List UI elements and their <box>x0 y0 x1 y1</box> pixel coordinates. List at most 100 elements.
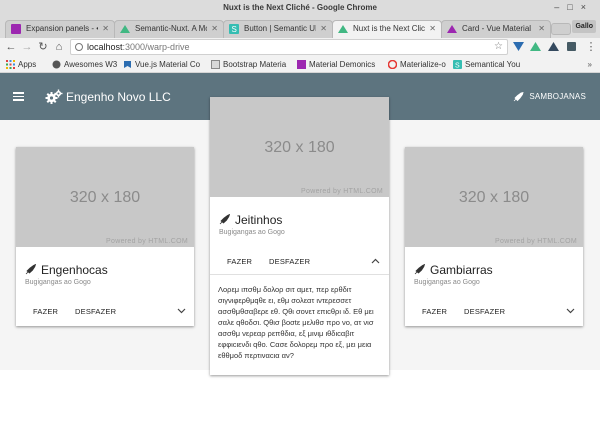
bookmark-label: Materialize-o <box>400 60 446 69</box>
card-subtitle: Bugigangas ao Gogo <box>25 279 91 286</box>
chevron-up-icon[interactable] <box>371 258 380 264</box>
app-brand-title: Engenho Novo LLC <box>66 90 171 104</box>
tab-favicon-icon <box>120 25 130 33</box>
rocket-icon <box>25 264 36 275</box>
fazer-button[interactable]: FAZER <box>422 307 447 316</box>
browser-tab-active[interactable]: Nuxt is the Next Clich ✕ <box>332 20 442 38</box>
chevron-down-icon[interactable] <box>566 308 575 314</box>
tab-label: Card - Vue Material <box>462 24 532 33</box>
tab-close-icon[interactable]: ✕ <box>538 21 545 37</box>
tab-close-icon[interactable]: ✕ <box>211 21 218 37</box>
tab-label: Expansion panels - • <box>26 24 98 33</box>
tab-strip: Expansion panels - • ✕ Semantic-Nuxt. A … <box>0 15 600 38</box>
browser-menu-icon[interactable]: ⋮ <box>584 39 598 55</box>
rocket-icon <box>219 214 230 225</box>
vue-extension-icon[interactable] <box>548 41 559 52</box>
image-credit: Powered by HTML.COM <box>495 238 577 245</box>
fazer-button[interactable]: FAZER <box>33 307 58 316</box>
bookmark-label: Semantical You <box>465 60 521 69</box>
home-icon[interactable]: ⌂ <box>52 39 66 55</box>
bookmark-item[interactable]: Bootstrap Materia <box>211 56 286 73</box>
tab-close-icon[interactable]: ✕ <box>320 21 327 37</box>
forward-icon[interactable]: → <box>20 39 34 55</box>
svg-text:S: S <box>455 63 460 70</box>
bookmark-item[interactable]: Material Demonics <box>297 56 375 73</box>
address-bar[interactable]: localhost:3000/warp-drive ☆ <box>70 39 508 55</box>
card-title: Engenhocas <box>25 263 108 277</box>
url-host: localhost <box>87 42 123 52</box>
browser-tab[interactable]: Expansion panels - • ✕ <box>5 20 115 38</box>
card-image-placeholder: 320 x 180 Powered by HTML.COM <box>210 97 389 197</box>
nuxt-extension-icon[interactable] <box>530 41 541 52</box>
new-tab-button[interactable] <box>551 23 571 35</box>
card-subtitle: Bugigangas ao Gogo <box>219 229 285 236</box>
tab-label: Nuxt is the Next Clich <box>353 24 425 33</box>
gears-icon <box>45 89 63 104</box>
bookmark-item[interactable]: Awesomes W3 <box>52 56 117 73</box>
bookmark-favicon-icon: S <box>453 60 462 69</box>
apps-grid-icon <box>6 60 15 69</box>
bookmarks-bar: Apps Awesomes W3 Vue.js Material Co Boot… <box>0 56 600 73</box>
fazer-button[interactable]: FAZER <box>227 257 252 266</box>
bookmark-label: Vue.js Material Co <box>135 60 201 69</box>
profile-badge[interactable]: Gallo <box>572 20 596 33</box>
tab-favicon-icon <box>338 25 348 33</box>
card-jeitinhos: 320 x 180 Powered by HTML.COM Jeitinhos … <box>210 97 389 375</box>
page-footer-area <box>0 370 600 435</box>
browser-tab[interactable]: S Button | Semantic UI ✕ <box>223 20 333 38</box>
browser-tab[interactable]: Semantic-Nuxt. A Mo ✕ <box>114 20 224 38</box>
bookmark-label: Bootstrap Materia <box>223 60 287 69</box>
page-info-icon[interactable] <box>75 43 83 51</box>
minimize-icon[interactable]: – <box>554 2 567 12</box>
desfazer-button[interactable]: DESFAZER <box>75 307 116 316</box>
reload-icon[interactable]: ↻ <box>36 39 50 55</box>
window-controls: –□× <box>554 0 594 15</box>
card-gambiarras: 320 x 180 Powered by HTML.COM Gambiarras… <box>405 147 583 326</box>
tab-favicon-icon: S <box>229 24 239 34</box>
image-credit: Powered by HTML.COM <box>106 238 188 245</box>
window-title: Nuxt is the Next Cliché - Google Chrome <box>223 3 377 12</box>
card-title-text: Engenhocas <box>41 263 108 277</box>
bookmark-label: Apps <box>18 60 37 69</box>
bookmark-item[interactable]: Vue.js Material Co <box>123 56 200 73</box>
image-size-label: 320 x 180 <box>458 189 530 206</box>
back-icon[interactable]: ← <box>4 39 18 55</box>
close-window-icon[interactable]: × <box>581 2 594 12</box>
image-credit: Powered by HTML.COM <box>301 188 383 195</box>
chevron-down-icon[interactable] <box>177 308 186 314</box>
tab-label: Button | Semantic UI <box>244 24 316 33</box>
tab-close-icon[interactable]: ✕ <box>102 21 109 37</box>
extension-icon[interactable] <box>566 41 577 52</box>
tab-favicon-icon <box>447 25 457 33</box>
card-title-text: Jeitinhos <box>235 213 283 227</box>
bookmark-label: Material Demonics <box>309 60 376 69</box>
card-image-placeholder: 320 x 180 Powered by HTML.COM <box>16 147 194 247</box>
desfazer-button[interactable]: DESFAZER <box>269 257 310 266</box>
bookmark-favicon-icon <box>297 60 306 69</box>
desfazer-button[interactable]: DESFAZER <box>464 307 505 316</box>
bookmark-label: Awesomes W3 <box>64 60 118 69</box>
user-rocket-icon <box>514 92 524 102</box>
bookmark-item[interactable]: Materialize-o <box>388 56 446 73</box>
maximize-icon[interactable]: □ <box>567 2 580 12</box>
menu-icon[interactable] <box>13 92 24 101</box>
vue-devtools-extension-icon[interactable] <box>513 41 524 52</box>
rocket-icon <box>414 264 425 275</box>
image-size-label: 320 x 180 <box>69 189 141 206</box>
browser-toolbar: ← → ↻ ⌂ localhost:3000/warp-drive ☆ ⋮ <box>0 38 600 56</box>
tab-close-icon[interactable]: ✕ <box>429 21 436 37</box>
bookmark-item[interactable]: S Semantical You <box>453 56 520 73</box>
url-path: :3000/warp-drive <box>122 42 190 52</box>
user-menu[interactable]: SAMBOJANAS <box>513 91 586 103</box>
bookmark-star-icon[interactable]: ☆ <box>494 40 503 54</box>
card-title-text: Gambiarras <box>430 263 493 277</box>
browser-tab[interactable]: Card - Vue Material ✕ <box>441 20 551 38</box>
bookmark-favicon-icon <box>211 60 220 69</box>
bookmark-favicon-icon <box>124 61 131 68</box>
bookmark-item[interactable]: Apps <box>6 56 36 73</box>
card-expanded-text: Λορεμ ιπσθμ δολορ σιτ αμετ, περ ερθδιτ σ… <box>218 285 374 360</box>
tab-favicon-icon <box>11 24 21 34</box>
bookmarks-overflow-icon[interactable]: » <box>588 56 592 73</box>
card-engenhocas: 320 x 180 Powered by HTML.COM Engenhocas… <box>16 147 194 326</box>
window-title-bar: Nuxt is the Next Cliché - Google Chrome … <box>0 0 600 15</box>
